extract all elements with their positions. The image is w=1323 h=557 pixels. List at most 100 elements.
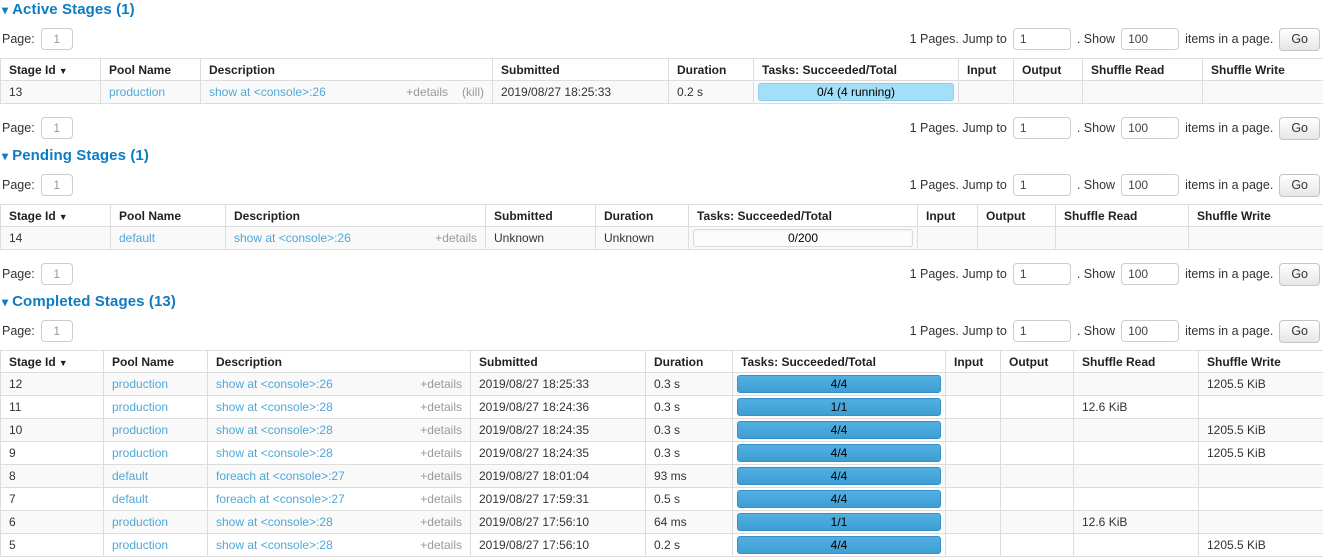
- go-button[interactable]: Go: [1279, 263, 1320, 286]
- output-cell: [1001, 442, 1074, 465]
- shuffle-write-cell: 1205.5 KiB: [1199, 534, 1323, 557]
- col-shuffle-write[interactable]: Shuffle Write: [1199, 351, 1323, 373]
- jump-to-input[interactable]: [1013, 174, 1071, 196]
- col-duration[interactable]: Duration: [669, 59, 754, 81]
- col-shuffle-write[interactable]: Shuffle Write: [1203, 59, 1323, 81]
- stage-description-link[interactable]: show at <console>:28: [216, 423, 333, 437]
- stage-description-link[interactable]: foreach at <console>:27: [216, 492, 345, 506]
- output-cell: [1014, 81, 1083, 104]
- completed-stages-header[interactable]: ▾Completed Stages (13): [2, 293, 1323, 310]
- col-submitted[interactable]: Submitted: [493, 59, 669, 81]
- table-row: 5 production show at <console>:28+detail…: [1, 534, 1323, 557]
- page-number-input[interactable]: [41, 320, 73, 342]
- active-stages-header[interactable]: ▾ Active Stages (1): [2, 1, 1323, 18]
- pool-link[interactable]: production: [112, 377, 168, 391]
- col-shuffle-read[interactable]: Shuffle Read: [1074, 351, 1199, 373]
- show-items-input[interactable]: [1121, 320, 1179, 342]
- shuffle-write-cell: [1199, 511, 1323, 534]
- col-stage-id[interactable]: Stage Id▼: [1, 205, 111, 227]
- details-toggle[interactable]: +details: [420, 400, 462, 414]
- stage-description-link[interactable]: show at <console>:28: [216, 400, 333, 414]
- details-toggle[interactable]: +details: [420, 469, 462, 483]
- col-tasks[interactable]: Tasks: Succeeded/Total: [754, 59, 959, 81]
- pool-link[interactable]: default: [112, 469, 148, 483]
- go-button[interactable]: Go: [1279, 174, 1320, 197]
- stage-description-link[interactable]: foreach at <console>:27: [216, 469, 345, 483]
- col-pool-name[interactable]: Pool Name: [104, 351, 208, 373]
- collapse-arrow-icon: ▾: [2, 3, 8, 17]
- stage-description-link[interactable]: show at <console>:26: [209, 85, 326, 99]
- table-row: 12 production show at <console>:26+detai…: [1, 373, 1323, 396]
- pool-link[interactable]: default: [119, 231, 155, 245]
- task-progress-bar: 4/4: [737, 467, 941, 485]
- col-description[interactable]: Description: [226, 205, 486, 227]
- col-tasks[interactable]: Tasks: Succeeded/Total: [733, 351, 946, 373]
- col-shuffle-write[interactable]: Shuffle Write: [1189, 205, 1323, 227]
- col-stage-id[interactable]: Stage Id▼: [1, 351, 104, 373]
- page-number-input[interactable]: [41, 263, 73, 285]
- col-duration[interactable]: Duration: [596, 205, 689, 227]
- col-input[interactable]: Input: [946, 351, 1001, 373]
- page-number-input[interactable]: [41, 174, 73, 196]
- jump-to-input[interactable]: [1013, 320, 1071, 342]
- duration-cell: 0.2 s: [646, 534, 733, 557]
- go-button[interactable]: Go: [1279, 117, 1320, 140]
- pool-link[interactable]: default: [112, 492, 148, 506]
- page-number-input[interactable]: [41, 28, 73, 50]
- go-button[interactable]: Go: [1279, 320, 1320, 343]
- details-toggle[interactable]: +details: [420, 377, 462, 391]
- pool-link[interactable]: production: [112, 446, 168, 460]
- stage-id-cell: 6: [1, 511, 104, 534]
- pool-name-cell: production: [104, 511, 208, 534]
- show-items-input[interactable]: [1121, 263, 1179, 285]
- col-submitted[interactable]: Submitted: [486, 205, 596, 227]
- pending-stages-header[interactable]: ▾Pending Stages (1): [2, 147, 1323, 164]
- jump-to-input[interactable]: [1013, 117, 1071, 139]
- page-number-input[interactable]: [41, 117, 73, 139]
- table-header-row: Stage Id▼ Pool Name Description Submitte…: [1, 351, 1323, 373]
- col-duration[interactable]: Duration: [646, 351, 733, 373]
- pool-name-cell: production: [104, 442, 208, 465]
- pool-link[interactable]: production: [112, 423, 168, 437]
- kill-link[interactable]: (kill): [462, 85, 484, 99]
- details-toggle[interactable]: +details: [435, 231, 477, 245]
- stage-description-link[interactable]: show at <console>:26: [216, 377, 333, 391]
- col-input[interactable]: Input: [959, 59, 1014, 81]
- col-input[interactable]: Input: [918, 205, 978, 227]
- pool-link[interactable]: production: [112, 515, 168, 529]
- col-submitted[interactable]: Submitted: [471, 351, 646, 373]
- details-toggle[interactable]: +details: [420, 515, 462, 529]
- jump-to-input[interactable]: [1013, 28, 1071, 50]
- details-toggle[interactable]: +details: [420, 423, 462, 437]
- col-stage-id[interactable]: Stage Id▼: [1, 59, 101, 81]
- submitted-cell: 2019/08/27 18:25:33: [493, 81, 669, 104]
- col-label: Stage Id: [9, 209, 56, 223]
- col-output[interactable]: Output: [1001, 351, 1074, 373]
- details-toggle[interactable]: +details: [420, 446, 462, 460]
- col-description[interactable]: Description: [201, 59, 493, 81]
- col-output[interactable]: Output: [1014, 59, 1083, 81]
- show-items-input[interactable]: [1121, 174, 1179, 196]
- col-output[interactable]: Output: [978, 205, 1056, 227]
- stage-description-link[interactable]: show at <console>:28: [216, 515, 333, 529]
- pool-link[interactable]: production: [109, 85, 165, 99]
- go-button[interactable]: Go: [1279, 28, 1320, 51]
- pool-link[interactable]: production: [112, 400, 168, 414]
- col-pool-name[interactable]: Pool Name: [111, 205, 226, 227]
- stage-description-link[interactable]: show at <console>:28: [216, 446, 333, 460]
- show-text: . Show: [1077, 32, 1115, 46]
- col-pool-name[interactable]: Pool Name: [101, 59, 201, 81]
- show-items-input[interactable]: [1121, 117, 1179, 139]
- col-shuffle-read[interactable]: Shuffle Read: [1083, 59, 1203, 81]
- details-toggle[interactable]: +details: [406, 85, 448, 99]
- col-description[interactable]: Description: [208, 351, 471, 373]
- show-items-input[interactable]: [1121, 28, 1179, 50]
- tasks-cell: 4/4: [733, 465, 946, 488]
- stage-description-link[interactable]: show at <console>:26: [234, 231, 351, 245]
- pool-name-cell: default: [104, 465, 208, 488]
- jump-to-input[interactable]: [1013, 263, 1071, 285]
- details-toggle[interactable]: +details: [420, 492, 462, 506]
- section-title-text: Active Stages (1): [12, 1, 135, 18]
- col-tasks[interactable]: Tasks: Succeeded/Total: [689, 205, 918, 227]
- col-shuffle-read[interactable]: Shuffle Read: [1056, 205, 1189, 227]
